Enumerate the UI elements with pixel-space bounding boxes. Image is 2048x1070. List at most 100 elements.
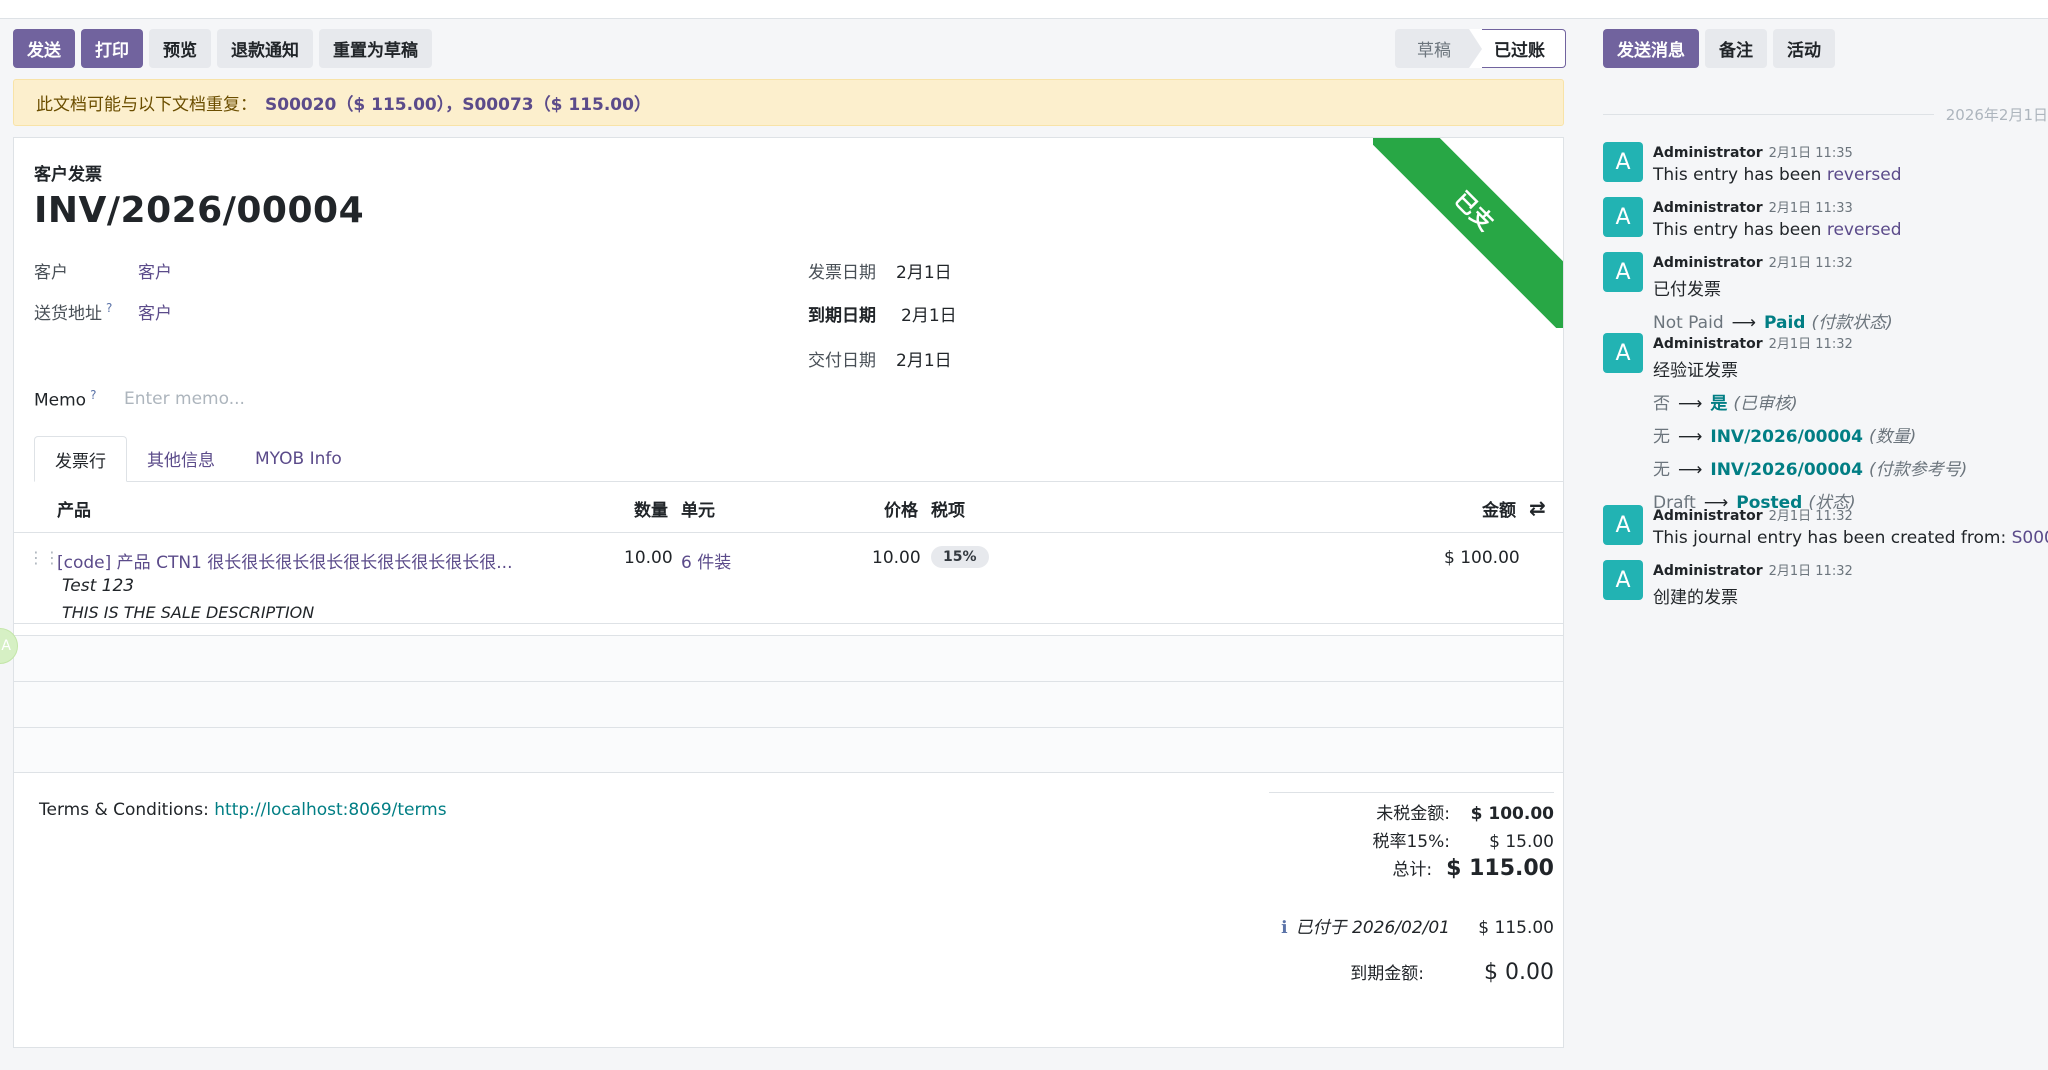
activity-button[interactable]: 活动: [1773, 29, 1835, 68]
avatar[interactable]: A: [1603, 252, 1643, 292]
tracking-change: 无 ⟶ INV/2026/00004 (数量): [1653, 427, 1917, 447]
message-text: This entry has been: [1653, 220, 1822, 240]
paid-ribbon: 已支: [1373, 138, 1563, 328]
tab-invoice-lines[interactable]: 发票行: [34, 436, 127, 482]
delivery-date-label: 交付日期: [808, 351, 876, 371]
status-bar: 草稿 已过账: [1395, 29, 1566, 68]
invoice-number: INV/2026/00004: [34, 190, 365, 231]
print-button[interactable]: 打印: [81, 29, 143, 68]
delivery-date-value[interactable]: 2月1日: [896, 346, 952, 371]
document-type: 客户发票: [34, 165, 102, 185]
message-author[interactable]: Administrator: [1653, 200, 1763, 216]
message-link[interactable]: S00021: [2012, 528, 2048, 548]
column-product[interactable]: 产品: [57, 483, 91, 533]
status-posted[interactable]: 已过账: [1482, 29, 1566, 68]
message-link[interactable]: reversed: [1827, 220, 1902, 240]
amount-due-row: 到期金额: $ 0.00: [1269, 959, 1554, 993]
chatter-panel: 发送消息 备注 活动 2026年2月1日 A Administrator 2月1日…: [1590, 0, 2048, 1070]
message-link[interactable]: reversed: [1827, 165, 1902, 185]
column-quantity[interactable]: 数量: [634, 483, 668, 533]
due-date-field: 到期日期 2月1日: [808, 301, 957, 326]
message-author[interactable]: Administrator: [1653, 336, 1763, 352]
memo-field: Memo? Enter memo...: [34, 388, 245, 411]
line-tax[interactable]: 15%: [931, 546, 989, 568]
warning-text: 此文档可能与以下文档重复：: [36, 95, 257, 115]
table-row[interactable]: ⋮⋮ [code] 产品 CTN1 很长很长很长很长很长很长很长很长很... T…: [14, 534, 1563, 624]
amount-due-value: $ 0.00: [1484, 960, 1554, 985]
message-author[interactable]: Administrator: [1653, 563, 1763, 579]
send-message-button[interactable]: 发送消息: [1603, 29, 1699, 68]
line-price[interactable]: 10.00: [872, 548, 921, 568]
send-button[interactable]: 发送: [13, 29, 75, 68]
delivery-address-value[interactable]: 客户: [138, 299, 172, 324]
total-label: 总计:: [1392, 860, 1433, 880]
column-amount[interactable]: 金额: [1482, 483, 1516, 533]
line-quantity[interactable]: 10.00: [624, 548, 673, 568]
invoice-sheet: 已支 客户发票 INV/2026/00004 客户 客户 送货地址? 客户 发票…: [13, 137, 1564, 1048]
column-tax[interactable]: 税项: [931, 483, 965, 533]
line-product[interactable]: [code] 产品 CTN1 很长很长很长很长很长很长很长很长很...: [57, 548, 512, 573]
message-date: 2月1日 11:32: [1768, 509, 1853, 524]
paid-label: ℹ 已付于 2026/02/01: [1281, 918, 1450, 938]
delivery-date-field: 交付日期 2月1日: [808, 346, 952, 371]
message-date: 2月1日 11:35: [1768, 146, 1853, 161]
line-description-1: Test 123: [62, 576, 135, 596]
delivery-address-field: 送货地址? 客户: [34, 299, 172, 324]
due-date-value[interactable]: 2月1日: [901, 301, 957, 326]
avatar[interactable]: A: [1603, 333, 1643, 373]
avatar[interactable]: A: [1603, 197, 1643, 237]
total-row: 总计: $ 115.00: [1269, 855, 1554, 887]
message-author[interactable]: Administrator: [1653, 145, 1763, 161]
amount-due-label: 到期金额:: [1350, 964, 1424, 984]
message-text: 创建的发票: [1653, 588, 1738, 608]
avatar[interactable]: A: [1603, 560, 1643, 600]
column-unit[interactable]: 单元: [681, 483, 715, 533]
column-price[interactable]: 价格: [884, 483, 918, 533]
column-settings-icon[interactable]: ⇄: [1529, 483, 1546, 533]
message-author[interactable]: Administrator: [1653, 255, 1763, 271]
tracking-change: 否 ⟶ 是 (已审核): [1653, 394, 1798, 414]
terms-label: Terms & Conditions:: [39, 800, 209, 820]
message-date: 2月1日 11:32: [1768, 337, 1853, 352]
message-text: This journal entry has been created from…: [1653, 528, 2007, 548]
terms-link[interactable]: http://localhost:8069/terms: [214, 800, 446, 820]
action-toolbar: 发送 打印 预览 退款通知 重置为草稿: [13, 29, 432, 68]
notebook-tabs: 发票行 其他信息 MYOB Info: [34, 436, 1563, 482]
paid-row: ℹ 已付于 2026/02/01 $ 115.00: [1269, 913, 1554, 941]
line-unit[interactable]: 6 件装: [681, 548, 731, 573]
status-arrow-separator: [1469, 29, 1482, 68]
tax-label: 税率15%:: [1372, 832, 1450, 852]
empty-row: [14, 635, 1563, 681]
tax-value: $ 15.00: [1489, 832, 1554, 852]
duplicate-links[interactable]: S00020（$ 115.00），S00073（$ 115.00）: [265, 90, 651, 115]
drag-handle-icon[interactable]: ⋮⋮: [28, 548, 60, 567]
help-icon[interactable]: ?: [106, 301, 112, 315]
avatar[interactable]: A: [1603, 142, 1643, 182]
date-separator: 2026年2月1日: [1603, 104, 2048, 124]
customer-value[interactable]: 客户: [138, 258, 172, 283]
tax-badge: 15%: [931, 546, 989, 568]
status-draft[interactable]: 草稿: [1395, 29, 1469, 68]
totals-panel: 未税金额: $ 100.00 税率15%: $ 15.00 总计: $ 115.…: [1269, 792, 1554, 993]
line-amount: $ 100.00: [1444, 548, 1520, 568]
customer-label: 客户: [34, 263, 68, 283]
refund-notice-button[interactable]: 退款通知: [217, 29, 313, 68]
untaxed-value: $ 100.00: [1470, 804, 1554, 824]
table-header: 产品 数量 单元 价格 税项 金额 ⇄: [14, 483, 1563, 533]
untaxed-label: 未税金额:: [1376, 804, 1450, 824]
reset-to-draft-button[interactable]: 重置为草稿: [319, 29, 432, 68]
total-value: $ 115.00: [1446, 856, 1554, 881]
message-date: 2月1日 11:32: [1768, 256, 1853, 271]
avatar[interactable]: A: [1603, 505, 1643, 545]
tab-myob-info[interactable]: MYOB Info: [235, 436, 362, 481]
tab-other-info[interactable]: 其他信息: [127, 436, 235, 481]
date-separator-text: 2026年2月1日: [1945, 105, 2048, 124]
info-icon[interactable]: ℹ: [1281, 918, 1287, 938]
message-author[interactable]: Administrator: [1653, 508, 1763, 524]
invoice-date-value[interactable]: 2月1日: [896, 258, 952, 283]
invoice-date-field: 发票日期 2月1日: [808, 258, 952, 283]
log-note-button[interactable]: 备注: [1705, 29, 1767, 68]
help-icon[interactable]: ?: [90, 388, 96, 402]
preview-button[interactable]: 预览: [149, 29, 211, 68]
memo-input[interactable]: Enter memo...: [124, 389, 245, 409]
